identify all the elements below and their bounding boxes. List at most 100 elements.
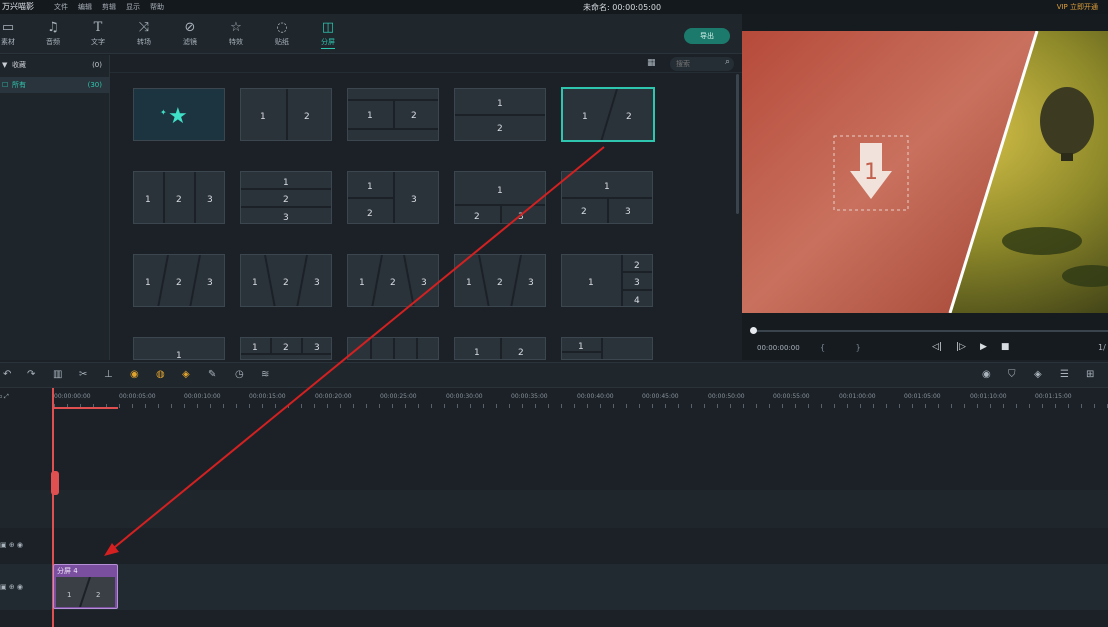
- play-icon[interactable]: ▶: [980, 342, 987, 352]
- ruler-tick: 00:00:25:00: [380, 393, 417, 400]
- tab-filter[interactable]: ⊘ 滤镜: [170, 20, 210, 47]
- svg-text:★: ★: [168, 104, 188, 129]
- menu-view[interactable]: 显示: [126, 2, 140, 12]
- duration-icon[interactable]: ◷: [235, 369, 244, 380]
- sparkle-icon: ★ ✦: [160, 104, 188, 129]
- delete-icon[interactable]: ▥: [53, 369, 62, 380]
- search-icon[interactable]: ⌕: [725, 57, 730, 67]
- tab-effects[interactable]: ☆ 特效: [216, 20, 256, 47]
- timeline-ruler[interactable]: ▫ ⤢ 00:00:00:00 00:00:05:00 00:00:10:00 …: [0, 388, 1108, 410]
- split-template-1-plus-2-v2[interactable]: 1 2 3: [561, 171, 653, 224]
- tab-split-screen[interactable]: ◫ 分屏: [308, 20, 348, 49]
- ruler-tick: 00:00:05:00: [119, 393, 156, 400]
- split-template-3-slant[interactable]: 1 2 3: [133, 254, 225, 307]
- speed-icon[interactable]: ◍: [156, 369, 165, 380]
- svg-text:2: 2: [176, 278, 182, 288]
- ruler-tick: 00:00:55:00: [773, 393, 810, 400]
- export-button[interactable]: 导出: [684, 28, 730, 44]
- mark-in-out[interactable]: { }: [820, 343, 875, 352]
- tab-sticker[interactable]: ◌ 贴纸: [262, 20, 302, 47]
- split-template-row4-3[interactable]: [347, 337, 439, 360]
- ruler-minor-tick: [704, 404, 705, 408]
- edit-icon[interactable]: ✎: [208, 369, 216, 380]
- split-template-3-vertical[interactable]: 1 2 3: [133, 171, 225, 224]
- split-template-1-plus-2[interactable]: 1 2 3: [454, 171, 546, 224]
- sidebar-item-all[interactable]: ☐ 所有 (30): [0, 77, 110, 93]
- audio-mix-icon[interactable]: ≋: [261, 369, 269, 380]
- playback-ratio[interactable]: 1/: [1098, 343, 1106, 352]
- timeline-tracks: ▣ ⊕ ◉ ▣ ⊕ ◉: [0, 410, 1108, 627]
- shield-icon[interactable]: ⛉: [1008, 369, 1016, 380]
- menu-edit[interactable]: 编辑: [78, 2, 92, 12]
- split-template-2-diagonal[interactable]: 12: [561, 87, 655, 142]
- grid-view-icon[interactable]: ▦: [647, 58, 656, 68]
- menu-file[interactable]: 文件: [54, 2, 68, 12]
- marker-icon[interactable]: ◈: [1034, 369, 1042, 380]
- split-template-2-banded[interactable]: 12: [347, 88, 439, 141]
- vip-button[interactable]: VIP 立即开通: [1057, 2, 1098, 12]
- split-template-row4-2[interactable]: 1 2 3: [240, 337, 332, 360]
- split-template-row4-5[interactable]: 1: [561, 337, 653, 360]
- ruler-minor-tick: [665, 404, 666, 408]
- music-icon: ♫: [47, 20, 59, 35]
- step-back-icon[interactable]: |▷: [956, 342, 966, 352]
- svg-text:3: 3: [207, 195, 213, 205]
- ruler-minor-tick: [483, 404, 484, 408]
- snapshot-icon[interactable]: ⊞: [1086, 369, 1094, 380]
- split-template-2-horizontal[interactable]: 12: [454, 88, 546, 141]
- color-icon[interactable]: ◉: [130, 369, 139, 380]
- svg-text:1: 1: [67, 591, 71, 599]
- timeline-clip-split[interactable]: 分屏 4 12: [53, 564, 118, 609]
- preview-scrubber[interactable]: [752, 330, 1108, 332]
- split-template-1-plus-3[interactable]: 1 2 3 4: [561, 254, 653, 307]
- tab-media[interactable]: ▭ 素材: [0, 20, 28, 47]
- split-template-star[interactable]: ★ ✦: [133, 88, 225, 141]
- cut-icon[interactable]: ✂: [79, 369, 87, 380]
- split-template-3-trapezoid-v2[interactable]: 1 2 3: [454, 254, 546, 307]
- svg-text:3: 3: [421, 278, 427, 288]
- track-header-2: ▣ ⊕ ◉: [0, 583, 52, 591]
- document-title: 未命名: 00:00:05:00: [583, 3, 662, 12]
- svg-text:3: 3: [314, 343, 320, 353]
- ruler-minor-tick: [1068, 404, 1069, 408]
- previous-frame-icon[interactable]: ◁|: [932, 342, 942, 352]
- ruler-minor-tick: [899, 404, 900, 408]
- ruler-tick: 00:01:15:00: [1035, 393, 1072, 400]
- menu-clip[interactable]: 剪辑: [102, 2, 116, 12]
- playhead-handle[interactable]: [51, 471, 59, 495]
- ruler-minor-tick: [210, 404, 211, 408]
- svg-text:3: 3: [283, 213, 289, 223]
- track-visibility-icon[interactable]: ▣ ⊕ ◉: [0, 583, 23, 591]
- ruler-minor-tick: [938, 404, 939, 408]
- track-visibility-icon[interactable]: ▣ ⊕ ◉: [0, 541, 23, 549]
- split-template-3-horizontal[interactable]: 1 2 3: [240, 171, 332, 224]
- track-lock-icon[interactable]: ▫ ⤢: [0, 393, 9, 401]
- render-icon[interactable]: ◉: [982, 369, 991, 380]
- tab-text[interactable]: T 文字: [78, 20, 118, 47]
- tab-transition[interactable]: ⤨ 转场: [124, 20, 164, 47]
- split-template-3-slant-v2[interactable]: 1 2 3: [347, 254, 439, 307]
- scrubber-knob[interactable]: [750, 327, 757, 334]
- sidebar-item-favorites[interactable]: ▼ 收藏 (0): [0, 57, 110, 73]
- keyframe-icon[interactable]: ◈: [182, 369, 190, 380]
- ruler-minor-tick: [418, 404, 419, 408]
- search-input[interactable]: [676, 57, 720, 71]
- menu-help[interactable]: 帮助: [150, 2, 164, 12]
- ruler-minor-tick: [795, 404, 796, 408]
- stop-icon[interactable]: ■: [1001, 342, 1010, 352]
- split-template-row4-4[interactable]: 12: [454, 337, 546, 360]
- mixer-icon[interactable]: ☰: [1060, 369, 1069, 380]
- split-template-3-trapezoid[interactable]: 1 2 3: [240, 254, 332, 307]
- split-template-2-vertical[interactable]: 12: [240, 88, 332, 141]
- redo-icon[interactable]: ↷: [27, 369, 35, 380]
- timeline-toolbar: ↶ ↷ ▥ ✂ ⊥ ◉ ◍ ◈ ✎ ◷ ≋ ◉ ⛉ ◈ ☰ ⊞: [0, 362, 1108, 388]
- split-template-row4-1[interactable]: 1: [133, 337, 225, 360]
- crop-icon[interactable]: ⊥: [104, 369, 113, 380]
- ruler-minor-tick: [366, 404, 367, 408]
- undo-icon[interactable]: ↶: [3, 369, 11, 380]
- ruler-minor-tick: [678, 404, 679, 408]
- split-template-2-stacked-plus-1[interactable]: 1 2 3: [347, 171, 439, 224]
- svg-text:2: 2: [283, 343, 289, 353]
- tab-audio[interactable]: ♫ 音频: [33, 20, 73, 47]
- library-scrollbar[interactable]: [736, 74, 739, 214]
